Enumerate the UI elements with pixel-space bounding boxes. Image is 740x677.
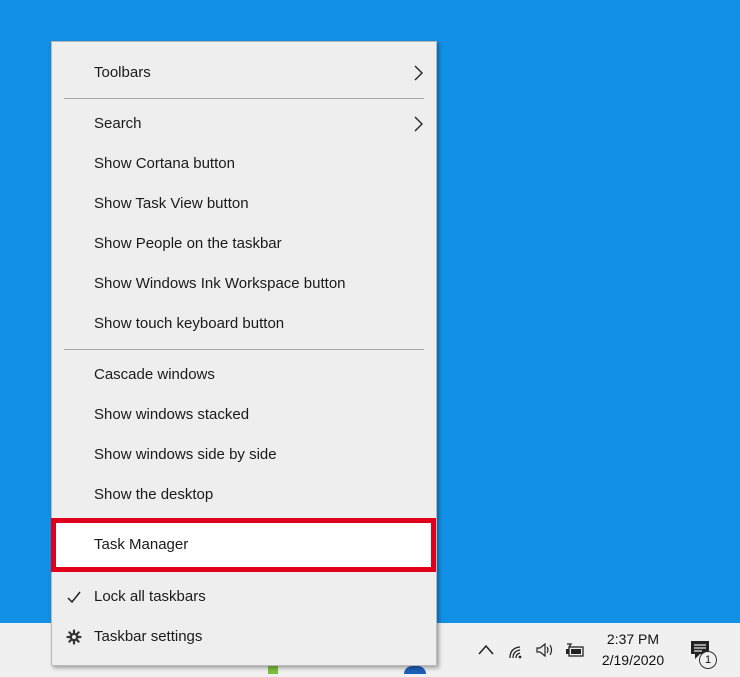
menu-item-label: Show windows stacked [94,406,250,423]
taskbar-app-edge[interactable] [268,666,278,674]
clock-date: 2/19/2020 [601,652,665,668]
menu-item-label: Toolbars [94,64,151,81]
chevron-right-icon [414,116,423,132]
menu-item-label: Show touch keyboard button [94,315,285,332]
menu-item-label: Show Windows Ink Workspace button [94,275,346,292]
gear-icon [66,629,82,645]
taskbar-context-menu: Toolbars Search Show Cortana button Show… [51,41,437,666]
menu-item-show-the-desktop[interactable]: Show the desktop [52,475,436,515]
clock-time: 2:37 PM [606,631,660,647]
taskbar-clock[interactable]: 2:37 PM 2/19/2020 [596,629,670,671]
menu-item-toolbars[interactable]: Toolbars [52,53,436,93]
menu-item-lock-all-taskbars[interactable]: Lock all taskbars [52,577,436,617]
taskbar-app-edge[interactable] [404,666,426,674]
menu-item-label: Show the desktop [94,486,214,503]
chevron-right-icon [414,65,423,81]
notification-count-badge: 1 [699,651,717,669]
menu-item-label: Taskbar settings [94,628,203,645]
menu-item-search[interactable]: Search [52,104,436,144]
menu-item-label: Cascade windows [94,366,215,383]
menu-item-show-cortana-button[interactable]: Show Cortana button [52,144,436,184]
network-icon[interactable] [507,640,527,660]
menu-separator [64,349,424,350]
menu-item-label: Show Cortana button [94,155,235,172]
menu-item-show-people[interactable]: Show People on the taskbar [52,224,436,264]
menu-item-task-manager[interactable]: Task Manager [51,518,436,572]
menu-item-show-windows-side-by-side[interactable]: Show windows side by side [52,435,436,475]
menu-item-show-touch-keyboard[interactable]: Show touch keyboard button [52,304,436,344]
chevron-up-icon[interactable] [476,640,496,660]
checkmark-icon [67,591,81,604]
menu-item-show-windows-stacked[interactable]: Show windows stacked [52,395,436,435]
menu-item-label: Show Task View button [94,195,249,212]
menu-item-label: Show windows side by side [94,446,277,463]
menu-item-label: Search [94,115,142,132]
menu-item-label: Task Manager [94,536,189,553]
menu-item-cascade-windows[interactable]: Cascade windows [52,355,436,395]
menu-separator [64,98,424,99]
battery-icon[interactable] [565,640,585,660]
menu-item-show-windows-ink[interactable]: Show Windows Ink Workspace button [52,264,436,304]
menu-item-label: Lock all taskbars [94,588,206,605]
volume-icon[interactable] [535,640,555,660]
menu-item-label: Show People on the taskbar [94,235,282,252]
menu-item-taskbar-settings[interactable]: Taskbar settings [52,617,436,657]
menu-item-show-task-view-button[interactable]: Show Task View button [52,184,436,224]
